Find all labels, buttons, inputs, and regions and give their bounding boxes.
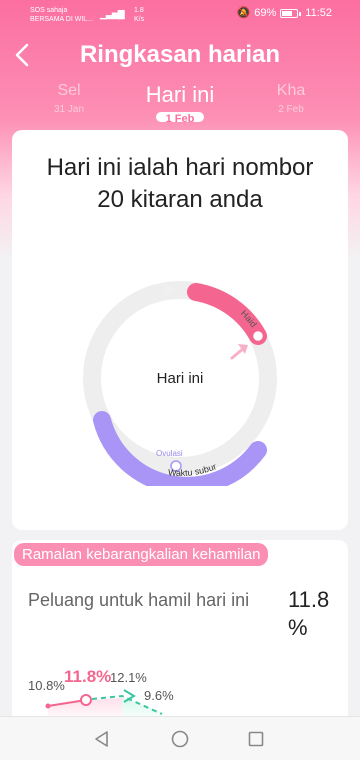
battery-percent: 69% [254, 7, 277, 19]
tab-date: 2 Feb [278, 104, 304, 114]
cycle-ring: Haid Ovulasi Waktu subur Hari ini [72, 270, 288, 486]
status-right: 🔕 69% 11:52 [236, 7, 332, 19]
page-title: Ringkasan harian [79, 41, 281, 68]
cycle-card: Hari ini ialah hari nombor 20 kitaran an… [12, 130, 348, 530]
system-nav-bar [0, 716, 360, 760]
tab-previous-day[interactable]: Sel 31 Jan [44, 82, 94, 114]
circle-home-icon [171, 730, 189, 748]
probability-mini-chart: 10.8% 11.8% 12.1% 9.6% [28, 667, 174, 720]
carrier-line1: SOS sahaja [30, 7, 68, 14]
status-bar: SOS sahaja BERSAMA DI WIL... ▁▃▅▇ 1.8 K/… [0, 0, 360, 30]
prediction-card: Ramalan kebarangkalian kehamilan Peluang… [12, 540, 348, 720]
chart-label-3: 9.6% [144, 688, 174, 703]
signal-icon: ▁▃▅▇ [100, 9, 125, 19]
tab-label: Sel [57, 82, 81, 99]
tab-label: Hari ini [145, 82, 215, 107]
nav-home-button[interactable] [170, 729, 190, 749]
pregnancy-chance-value: 11.8 % [288, 587, 330, 640]
tab-date: 31 Jan [53, 104, 85, 114]
chart-point [45, 703, 51, 709]
ovulation-label: Ovulasi [156, 449, 183, 458]
date-tabs: Sel 31 Jan Hari ini 1 Feb Kha 2 Feb [0, 82, 360, 126]
battery-icon [280, 9, 299, 18]
carrier-line2: BERSAMA DI WIL... [30, 16, 94, 23]
tab-next-day[interactable]: Kha 2 Feb [266, 82, 316, 114]
tab-today[interactable]: Hari ini 1 Feb [120, 82, 240, 127]
nav-recents-button[interactable] [246, 729, 266, 749]
mute-icon: 🔕 [236, 7, 251, 19]
tab-label: Kha [276, 82, 306, 99]
carrier-info: SOS sahaja BERSAMA DI WIL... [30, 6, 100, 24]
today-marker [250, 328, 266, 344]
triangle-back-icon [95, 731, 108, 747]
clock: 11:52 [305, 7, 332, 19]
chart-label-today: 11.8% [64, 667, 111, 686]
tab-date: 1 Feb [155, 112, 205, 122]
square-recents-icon [248, 731, 264, 747]
prediction-badge: Ramalan kebarangkalian kehamilan [14, 543, 269, 566]
chart-today-point [80, 694, 92, 706]
chart-label-2: 12.1% [110, 670, 147, 685]
ring-center-label: Hari ini [156, 370, 204, 387]
pregnancy-chance-label: Peluang untuk hamil hari ini [28, 590, 250, 610]
app-header: Ringkasan harian [0, 30, 360, 82]
nav-back-button[interactable] [92, 729, 112, 749]
cycle-day-text: Hari ini ialah hari nombor 20 kitaran an… [46, 154, 314, 213]
network-speed: 1.8 K/s [134, 7, 145, 23]
chart-label-0: 10.8% [28, 678, 65, 693]
